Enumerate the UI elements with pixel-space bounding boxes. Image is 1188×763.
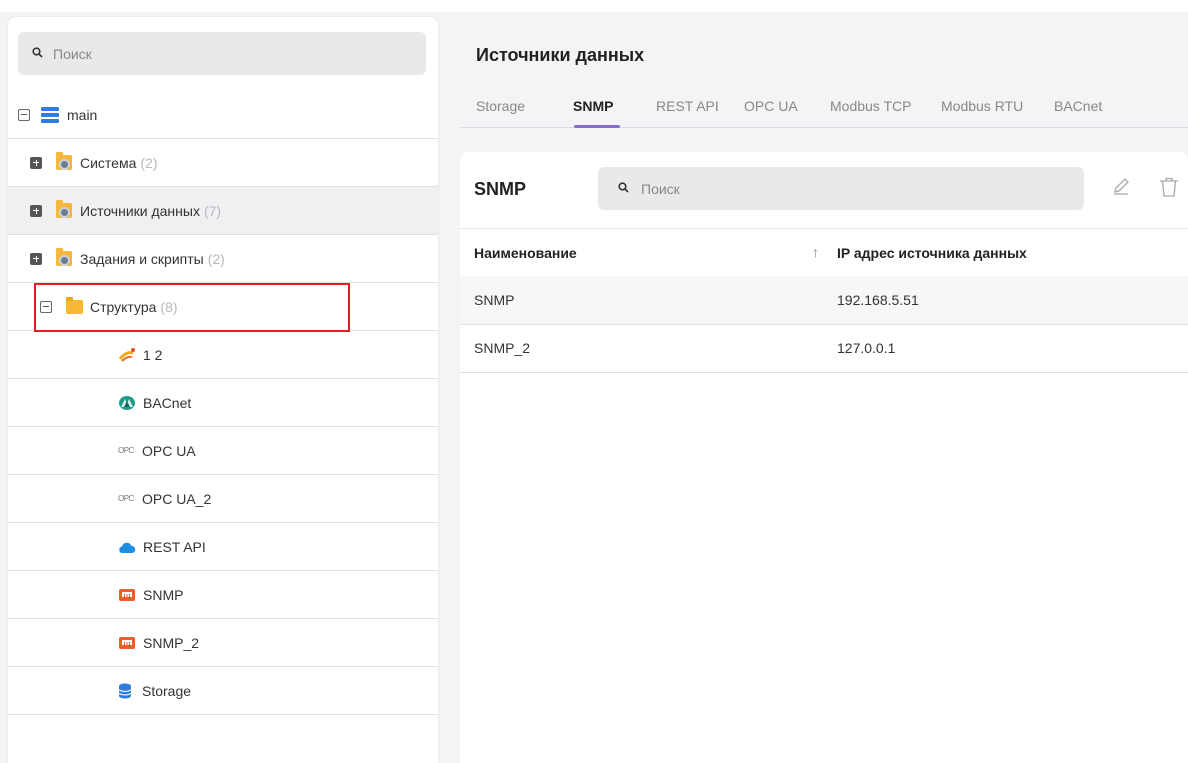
tree-group-data-sources[interactable]: Источники данных (7) [8, 187, 438, 235]
tree-item-label: Storage [142, 682, 192, 699]
card-search-placeholder: Поиск [641, 180, 680, 197]
page-title: Источники данных [476, 45, 645, 65]
tree-root-label: main [67, 106, 98, 123]
table-row[interactable]: SNMP 192.168.5.51 [460, 276, 1188, 325]
cloud-icon [118, 541, 136, 553]
column-header-ip[interactable]: IP адрес источника данных [837, 245, 1027, 261]
collapse-icon[interactable] [18, 108, 30, 121]
tree-item-label: 1 2 [143, 346, 163, 363]
tabs-divider [460, 127, 1188, 128]
opc-icon: OPC [118, 494, 134, 503]
tree-item-bacnet[interactable]: BACnet [8, 379, 438, 427]
tree-item-label: OPC UA_2 [142, 490, 212, 507]
tree-item-label: OPC UA [142, 442, 196, 459]
tree-search-input[interactable]: Поиск [18, 32, 426, 75]
search-icon [618, 181, 629, 196]
cell-ip: 192.168.5.51 [837, 292, 919, 308]
tree-item-snmp[interactable]: SNMP [8, 571, 438, 619]
snmp-icon [118, 588, 136, 602]
tree-group-label: Задания и скрипты [80, 250, 204, 267]
tree-group-count: (2) [140, 154, 158, 171]
tab-storage[interactable]: Storage [476, 98, 525, 114]
tree-group-label: Источники данных [80, 202, 200, 219]
highlight-box [34, 283, 350, 332]
snmp-icon [118, 636, 136, 650]
bacnet-icon [118, 395, 136, 411]
tree-item-label: REST API [143, 538, 206, 555]
sort-arrow-icon[interactable]: ↑ [812, 244, 819, 260]
tree-group-label: Система [80, 154, 137, 171]
tree-search-placeholder: Поиск [53, 45, 92, 62]
tree-group-count: (2) [207, 250, 225, 267]
server-icon [41, 106, 59, 123]
card-title: SNMP [474, 179, 527, 199]
edit-icon[interactable] [1111, 176, 1131, 201]
column-header-name[interactable]: Наименование [474, 245, 577, 261]
tree-item-label: SNMP_2 [143, 634, 200, 651]
tab-modbus-tcp[interactable]: Modbus TCP [830, 98, 911, 114]
tree-group-tasks[interactable]: Задания и скрипты (2) [8, 235, 438, 283]
tab-snmp[interactable]: SNMP [573, 98, 613, 114]
tree-item-opc-ua[interactable]: OPC OPC UA [8, 427, 438, 475]
tree-panel: Поиск main Система (2) Источники данных … [8, 17, 438, 763]
expand-icon[interactable] [30, 156, 42, 169]
cell-name: SNMP_2 [474, 340, 531, 356]
cell-ip: 127.0.0.1 [837, 340, 896, 356]
tree-item-label: BACnet [143, 394, 192, 411]
table-header: Наименование ↑ IP адрес источника данных [460, 228, 1188, 277]
tree-item-opc-ua-2[interactable]: OPC OPC UA_2 [8, 475, 438, 523]
folder-gear-icon [56, 248, 72, 266]
opc-icon: OPC [118, 446, 134, 455]
device-icon [118, 347, 136, 363]
tab-modbus-rtu[interactable]: Modbus RTU [941, 98, 1023, 114]
delete-icon[interactable] [1158, 176, 1180, 203]
folder-gear-icon [56, 152, 72, 170]
tree-group-system[interactable]: Система (2) [8, 139, 438, 187]
tree-group-count: (7) [203, 202, 222, 219]
folder-gear-icon [56, 200, 72, 218]
tree-item-snmp-2[interactable]: SNMP_2 [8, 619, 438, 667]
tree-item-1-2[interactable]: 1 2 [8, 331, 438, 379]
tab-rest-api[interactable]: REST API [656, 98, 719, 114]
expand-icon[interactable] [30, 204, 42, 217]
top-strip [0, 0, 1188, 12]
database-icon [118, 683, 134, 699]
tab-opc-ua[interactable]: OPC UA [744, 98, 798, 114]
card-search-input[interactable]: Поиск [598, 167, 1084, 210]
cell-name: SNMP [474, 292, 515, 308]
search-icon [32, 46, 43, 61]
tree-item-label: SNMP [143, 586, 184, 603]
expand-icon[interactable] [30, 252, 42, 265]
tab-bacnet[interactable]: BACnet [1054, 98, 1102, 114]
active-tab-indicator [574, 125, 620, 128]
table-row[interactable]: SNMP_2 127.0.0.1 [460, 324, 1188, 373]
tree-root-main[interactable]: main [8, 91, 438, 139]
tree-item-storage[interactable]: Storage [8, 667, 438, 715]
tree-item-rest-api[interactable]: REST API [8, 523, 438, 571]
